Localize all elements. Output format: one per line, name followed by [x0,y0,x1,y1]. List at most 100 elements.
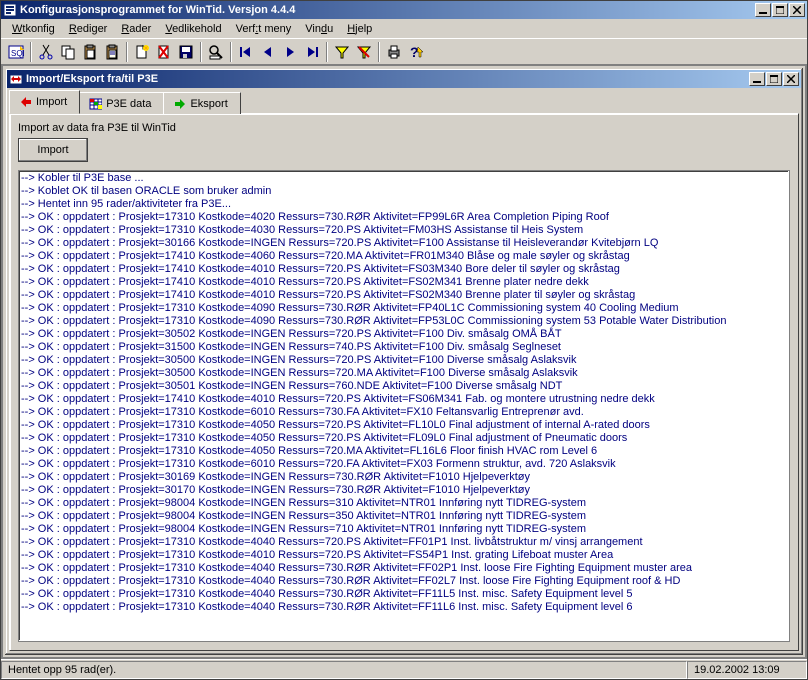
app-icon [3,3,17,17]
log-line[interactable]: --> OK : oppdatert : Prosjekt=98004 Kost… [21,523,787,536]
log-line[interactable]: --> OK : oppdatert : Prosjekt=98004 Kost… [21,510,787,523]
log-line[interactable]: --> OK : oppdatert : Prosjekt=31500 Kost… [21,341,787,354]
tab-p3edata[interactable]: P3E data [79,92,164,114]
log-line[interactable]: --> OK : oppdatert : Prosjekt=17410 Kost… [21,393,787,406]
tabs: Import P3E data Eksport [9,90,799,114]
toolbar: SQL? [1,38,807,64]
help-icon[interactable]: ? [405,41,427,63]
tab-eksport[interactable]: Eksport [163,92,240,114]
status-time: 19.02.2002 13:09 [687,661,807,679]
paste2-icon[interactable] [101,41,123,63]
delete-icon[interactable] [153,41,175,63]
log-line[interactable]: --> Hentet inn 95 rader/aktiviteter fra … [21,198,787,211]
tab-panel-import: Import av data fra P3E til WinTid Import… [9,113,799,651]
toolbar-separator [230,42,232,62]
menu-rader[interactable]: Rader [114,22,158,36]
grid-icon [88,97,102,111]
next-icon[interactable] [279,41,301,63]
child-titlebar: Import/Eksport fra/til P3E [7,70,801,88]
child-window: Import/Eksport fra/til P3E Import P3E dat… [3,66,805,657]
log-line[interactable]: --> OK : oppdatert : Prosjekt=30500 Kost… [21,354,787,367]
import-button[interactable]: Import [18,138,88,162]
menu-verftmeny[interactable]: Verf:t meny [229,22,299,36]
log-line[interactable]: --> OK : oppdatert : Prosjekt=30502 Kost… [21,328,787,341]
toolbar-separator [200,42,202,62]
mdi-client: Import/Eksport fra/til P3E Import P3E dat… [1,64,807,659]
svg-text:SQL: SQL [11,49,24,58]
log-line[interactable]: --> OK : oppdatert : Prosjekt=17310 Kost… [21,588,787,601]
child-close-button[interactable] [783,72,799,86]
log-line[interactable]: --> OK : oppdatert : Prosjekt=17310 Kost… [21,549,787,562]
minimize-button[interactable] [755,3,771,17]
log-line[interactable]: --> OK : oppdatert : Prosjekt=30170 Kost… [21,484,787,497]
maximize-button[interactable] [772,3,788,17]
tab-label: Eksport [190,98,227,110]
filter-icon[interactable] [331,41,353,63]
log-line[interactable]: --> OK : oppdatert : Prosjekt=17410 Kost… [21,276,787,289]
log-line[interactable]: --> OK : oppdatert : Prosjekt=17310 Kost… [21,419,787,432]
log-line[interactable]: --> OK : oppdatert : Prosjekt=17310 Kost… [21,406,787,419]
tab-label: P3E data [106,98,151,110]
close-button[interactable] [789,3,805,17]
toolbar-separator [378,42,380,62]
log-line[interactable]: --> OK : oppdatert : Prosjekt=17310 Kost… [21,445,787,458]
log-line[interactable]: --> OK : oppdatert : Prosjekt=17310 Kost… [21,575,787,588]
new-icon[interactable] [131,41,153,63]
menu-rediger[interactable]: Rediger [62,22,115,36]
log-line[interactable]: --> OK : oppdatert : Prosjekt=30501 Kost… [21,380,787,393]
copy-icon[interactable] [57,41,79,63]
log-line[interactable]: --> OK : oppdatert : Prosjekt=17410 Kost… [21,263,787,276]
clear-filter-icon[interactable] [353,41,375,63]
child-body: Import P3E data Eksport Import av data fra… [9,90,799,651]
log-line[interactable]: --> OK : oppdatert : Prosjekt=17310 Kost… [21,224,787,237]
log-line[interactable]: --> Kobler til P3E base ... [21,172,787,185]
log-line[interactable]: --> OK : oppdatert : Prosjekt=17310 Kost… [21,211,787,224]
save-icon[interactable] [175,41,197,63]
menu-wtkonfig[interactable]: Wtkonfig [5,22,62,36]
titlebar: Konfigurasjonsprogrammet for WinTid. Ver… [1,1,807,19]
export-icon [172,97,186,111]
log-line[interactable]: --> OK : oppdatert : Prosjekt=30166 Kost… [21,237,787,250]
paste-icon[interactable] [79,41,101,63]
last-icon[interactable] [301,41,323,63]
log-line[interactable]: --> OK : oppdatert : Prosjekt=17410 Kost… [21,289,787,302]
menu-vindu[interactable]: Vindu [298,22,340,36]
print-icon[interactable] [383,41,405,63]
menu-vedlikehold[interactable]: Vedlikehold [158,22,228,36]
toolbar-separator [30,42,32,62]
statusbar: Hentet opp 95 rad(er). 19.02.2002 13:09 [1,659,807,679]
child-minimize-button[interactable] [749,72,765,86]
log-line[interactable]: --> OK : oppdatert : Prosjekt=30500 Kost… [21,367,787,380]
tab-label: Import [36,96,67,108]
log-line[interactable]: --> OK : oppdatert : Prosjekt=17410 Kost… [21,250,787,263]
import-icon [18,95,32,109]
first-icon[interactable] [235,41,257,63]
prev-icon[interactable] [257,41,279,63]
section-label: Import av data fra P3E til WinTid [18,122,790,134]
log-line[interactable]: --> OK : oppdatert : Prosjekt=17310 Kost… [21,536,787,549]
toolbar-separator [326,42,328,62]
window-controls [755,3,805,17]
log-line[interactable]: --> Koblet OK til basen ORACLE som bruke… [21,185,787,198]
child-window-icon [9,72,23,86]
log-box[interactable]: --> Kobler til P3E base ...--> Koblet OK… [18,170,790,642]
tab-import[interactable]: Import [9,90,80,114]
status-main: Hentet opp 95 rad(er). [1,661,687,679]
menubar: WtkonfigRedigerRaderVedlikeholdVerf:t me… [1,19,807,38]
log-line[interactable]: --> OK : oppdatert : Prosjekt=17310 Kost… [21,432,787,445]
log-line[interactable]: --> OK : oppdatert : Prosjekt=98004 Kost… [21,497,787,510]
child-maximize-button[interactable] [766,72,782,86]
log-line[interactable]: --> OK : oppdatert : Prosjekt=30169 Kost… [21,471,787,484]
menu-hjelp[interactable]: Hjelp [340,22,379,36]
log-line[interactable]: --> OK : oppdatert : Prosjekt=17310 Kost… [21,302,787,315]
log-line[interactable]: --> OK : oppdatert : Prosjekt=17310 Kost… [21,315,787,328]
log-line[interactable]: --> OK : oppdatert : Prosjekt=17310 Kost… [21,458,787,471]
log-line[interactable]: --> OK : oppdatert : Prosjekt=17310 Kost… [21,562,787,575]
app-title: Konfigurasjonsprogrammet for WinTid. Ver… [20,4,755,16]
cut-icon[interactable] [35,41,57,63]
sql-icon[interactable]: SQL [5,41,27,63]
child-window-controls [749,72,799,86]
toolbar-separator [126,42,128,62]
log-line[interactable]: --> OK : oppdatert : Prosjekt=17310 Kost… [21,601,787,614]
find-icon[interactable] [205,41,227,63]
